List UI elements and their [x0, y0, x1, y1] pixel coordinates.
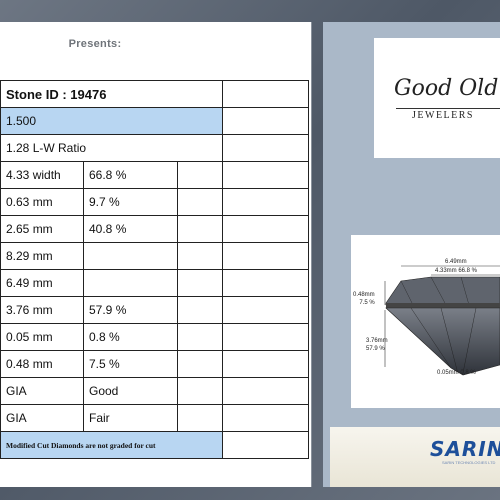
cell-measure: GIA [0, 377, 84, 405]
sarin-subtitle: SARIN TECHNOLOGIES LTD [442, 460, 496, 465]
cell-percent [83, 269, 178, 297]
cell-empty [177, 350, 223, 378]
cell-measure: 0.48 mm [0, 350, 84, 378]
crown-shape [385, 276, 500, 306]
cell-empty [177, 377, 223, 405]
footnote-empty-cell [222, 431, 309, 459]
table-row: GIA Fair [0, 404, 309, 432]
crown-height-value: 0.48mm [353, 292, 375, 298]
cell-empty [222, 323, 309, 351]
cell-empty [222, 107, 309, 135]
cell-empty [222, 350, 309, 378]
cell-empty [222, 188, 309, 216]
cell-percent: 7.5 % [83, 350, 178, 378]
cell-value: 1.28 L-W Ratio [0, 134, 223, 162]
crown-height-pct: 7.5 % [359, 300, 375, 306]
sarin-banner: SARIN SARIN TECHNOLOGIES LTD [330, 427, 500, 487]
cell-percent: 57.9 % [83, 296, 178, 324]
cell-empty [222, 215, 309, 243]
table-header-row: Stone ID : 19476 [0, 80, 309, 108]
pavilion-depth-value: 3.76mm [366, 338, 388, 344]
pavilion-shape [385, 307, 500, 376]
table-row: 0.63 mm 9.7 % [0, 188, 309, 216]
table-row: 0.05 mm 0.8 % [0, 323, 309, 351]
table-row: 4.33 width 66.8 % [0, 161, 309, 189]
jeweler-logo: Good Old Gold JEWELERS [374, 38, 500, 158]
footnote-row: Modified Cut Diamonds are not graded for… [0, 431, 309, 459]
table-row: 2.65 mm 40.8 % [0, 215, 309, 243]
table-row: 3.76 mm 57.9 % [0, 296, 309, 324]
cell-percent: 66.8 % [83, 161, 178, 189]
cell-measure: 2.65 mm [0, 215, 84, 243]
footnote: Modified Cut Diamonds are not graded for… [0, 431, 223, 459]
cell-measure: 8.29 mm [0, 242, 84, 270]
cell-empty [222, 242, 309, 270]
header-empty-cell [222, 80, 309, 108]
cell-measure: 4.33 width [0, 161, 84, 189]
cell-measure: GIA [0, 404, 84, 432]
table-row: 0.48 mm 7.5 % [0, 350, 309, 378]
cell-empty [222, 161, 309, 189]
cell-empty [177, 188, 223, 216]
cell-measure: 0.05 mm [0, 323, 84, 351]
cell-percent: 9.7 % [83, 188, 178, 216]
cell-percent: Good [83, 377, 178, 405]
cell-empty [177, 161, 223, 189]
table-row: GIA Good [0, 377, 309, 405]
cell-empty [177, 323, 223, 351]
cell-value: 1.500 [0, 107, 223, 135]
pavilion-depth-pct: 57.9 % [366, 346, 385, 352]
cell-empty [177, 296, 223, 324]
stone-id: Stone ID : 19476 [0, 80, 223, 108]
cell-empty [177, 269, 223, 297]
cell-empty [222, 377, 309, 405]
table-width-label: 4.33mm 66.8 % [435, 268, 478, 274]
cell-empty [222, 296, 309, 324]
pavilion-depth-label: 3.76mm 57.9 % [366, 337, 388, 353]
cell-percent: Fair [83, 404, 178, 432]
diamond-profile-diagram: 6.49mm 4.33mm 66.8 % 0.48mm 7.5 % 3.76mm… [351, 235, 500, 408]
table-row: 1.500 [0, 107, 309, 135]
table-row: 1.28 L-W Ratio [0, 134, 309, 162]
sarin-logo: SARIN [430, 437, 500, 461]
cell-percent [83, 242, 178, 270]
cell-empty [222, 134, 309, 162]
cell-empty [177, 215, 223, 243]
girdle-shape [386, 303, 500, 308]
cell-measure: 0.63 mm [0, 188, 84, 216]
cell-measure: 3.76 mm [0, 296, 84, 324]
logo-jewelers-text: JEWELERS [412, 110, 474, 121]
stone-spec-table: Stone ID : 19476 1.500 1.28 L-W Ratio 4.33… [0, 80, 309, 459]
crown-height-label: 0.48mm 7.5 % [353, 291, 375, 307]
cell-percent: 0.8 % [83, 323, 178, 351]
top-width-label: 6.49mm [445, 259, 467, 265]
presents-label: Presents: [68, 38, 122, 50]
cell-empty [177, 404, 223, 432]
cell-measure: 6.49 mm [0, 269, 84, 297]
diamond-profile-svg [384, 265, 500, 376]
table-row: 8.29 mm [0, 242, 309, 270]
logo-rule [396, 108, 500, 109]
table-row: 6.49 mm [0, 269, 309, 297]
culet-label: 0.05mm 0.8 % [437, 370, 476, 376]
logo-script-text: Good Old Gold [394, 76, 500, 101]
cell-empty [222, 269, 309, 297]
cell-empty [177, 242, 223, 270]
cell-percent: 40.8 % [83, 215, 178, 243]
cell-empty [222, 404, 309, 432]
